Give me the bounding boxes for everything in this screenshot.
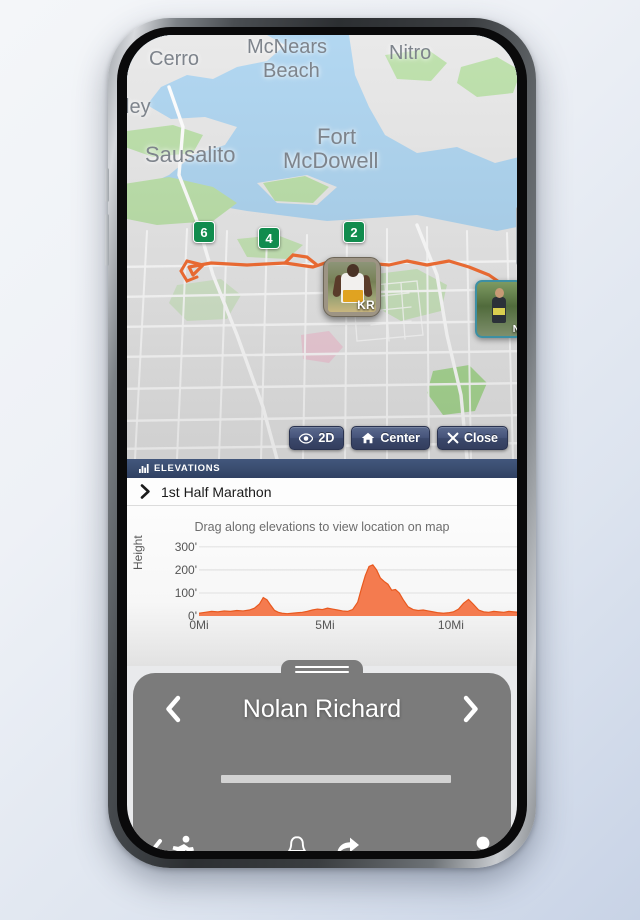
phone-screen: Cerro McNears Beach Nitro ley Sausalito … [127, 35, 517, 851]
grip-line [295, 666, 349, 668]
center-map-button[interactable]: Center [351, 426, 430, 450]
athlete-panel: Nolan Richard [133, 660, 511, 825]
runner-photo: KR [328, 262, 376, 312]
mile-marker-4[interactable]: 4 [258, 227, 280, 249]
next-athlete-button[interactable] [461, 695, 481, 723]
map-controls: 2D Center Close [289, 426, 508, 450]
chevron-left-icon [166, 695, 181, 723]
elevation-plot[interactable] [199, 540, 517, 616]
grip-line [295, 671, 349, 673]
close-map-label: Close [463, 431, 498, 445]
previous-athlete-button[interactable] [163, 695, 183, 723]
chevron-right-icon [140, 484, 150, 499]
chevron-left-icon [150, 839, 162, 851]
toolbar-left-group [147, 835, 263, 851]
bell-icon [285, 835, 309, 851]
y-axis-tick-label: 300' [174, 539, 197, 554]
chevron-right-icon [463, 695, 478, 723]
bottom-toolbar: Follow Share [133, 825, 511, 851]
person-icon [476, 836, 490, 850]
chart-hint-text: Drag along elevations to view location o… [194, 520, 450, 534]
elevations-section-header: ELEVATIONS [127, 459, 517, 478]
profile-button[interactable] [469, 835, 497, 851]
route-name-label: 1st Half Marathon [161, 483, 272, 500]
x-axis-tick-label: 0Mi [189, 618, 209, 632]
video-thumbnail[interactable]: N [475, 280, 517, 338]
y-axis-tick-label: 200' [174, 562, 197, 577]
back-button[interactable] [147, 838, 165, 851]
toolbar-center-group: Follow Share [263, 835, 382, 851]
elevations-title: ELEVATIONS [154, 463, 221, 474]
y-axis-tick-label: 100' [174, 585, 197, 600]
view-mode-2d-label: 2D [318, 431, 335, 445]
y-axis-title: Height [131, 535, 145, 570]
runner-location-marker[interactable]: KR [323, 257, 381, 317]
chart-wrapper: Height 0' 100' 200' 300' 0Mi 5Mi 10Mi [127, 535, 517, 644]
y-axis-ticks: 0' 100' 200' 300' [147, 539, 197, 623]
athlete-nav-row: Nolan Richard [133, 687, 511, 731]
bar-chart-icon [139, 464, 149, 473]
x-axis-tick-label: 10Mi [437, 618, 464, 632]
phone-frame: Cerro McNears Beach Nitro ley Sausalito … [105, 18, 536, 868]
elevation-area [199, 564, 517, 616]
x-axis-tick-label: 5Mi [315, 618, 335, 632]
thumb-bib [493, 308, 505, 315]
running-person-icon [172, 835, 194, 851]
share-arrow-icon [335, 835, 361, 851]
phone-side-button-right[interactable] [516, 207, 517, 265]
drag-handle-icon[interactable] [295, 666, 349, 676]
view-mode-2d-button[interactable]: 2D [289, 426, 345, 450]
activity-button[interactable] [169, 835, 197, 851]
runner-head [347, 264, 359, 277]
elevation-chart-panel[interactable]: Drag along elevations to view location o… [127, 506, 517, 666]
home-icon [362, 432, 375, 444]
route-selector-row[interactable]: 1st Half Marathon [127, 478, 517, 506]
close-map-button[interactable]: Close [436, 426, 508, 450]
follow-button[interactable]: Follow [282, 835, 312, 851]
map-graphics [127, 35, 517, 459]
phone-side-button-left-upper[interactable] [105, 168, 109, 202]
center-map-label: Center [380, 431, 420, 445]
toolbar-right-group [382, 835, 498, 851]
share-button[interactable]: Share [334, 835, 362, 851]
thumb-badge-label: N [513, 324, 517, 335]
thumb-head [495, 288, 504, 298]
mile-marker-2[interactable]: 2 [343, 221, 365, 243]
x-axis-ticks: 0Mi 5Mi 10Mi [189, 618, 509, 636]
phone-side-button-left-lower[interactable] [105, 214, 109, 266]
athlete-name: Nolan Richard [242, 694, 402, 723]
mile-marker-6[interactable]: 6 [193, 221, 215, 243]
close-x-icon [447, 432, 459, 444]
progress-bar[interactable] [221, 775, 451, 783]
runner-initials-label: KR [357, 298, 375, 312]
map-view[interactable]: Cerro McNears Beach Nitro ley Sausalito … [127, 35, 517, 459]
phone-bezel: Cerro McNears Beach Nitro ley Sausalito … [117, 27, 527, 859]
eye-icon [299, 432, 314, 444]
